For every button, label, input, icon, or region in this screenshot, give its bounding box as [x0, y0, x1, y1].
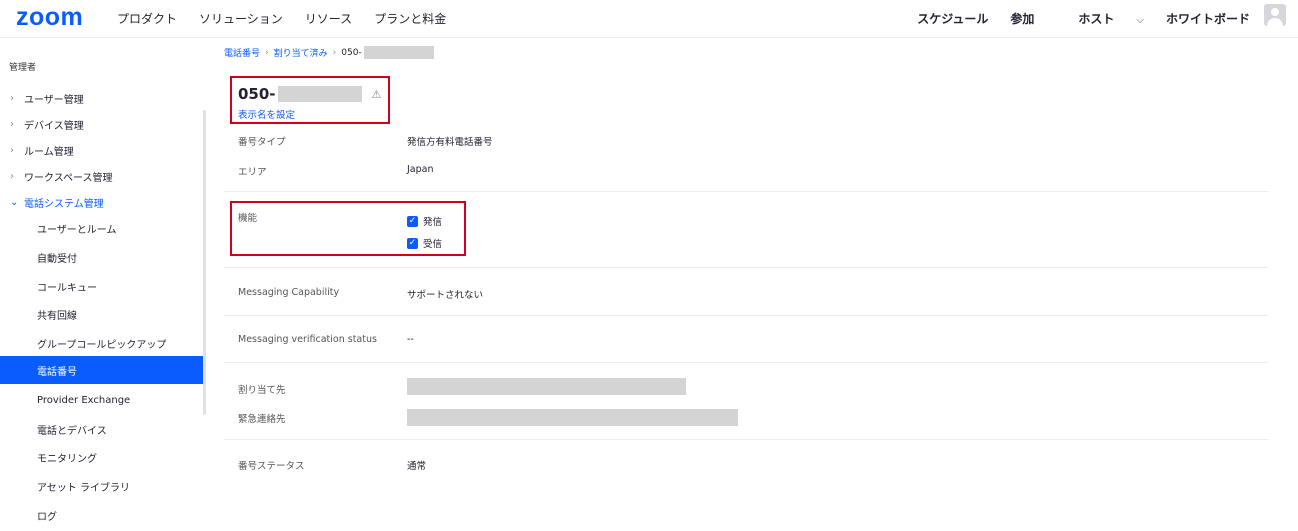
sidebar-item-phones-and-devices[interactable]: 電話とデバイス [0, 415, 204, 443]
warning-icon[interactable]: ⚠ [372, 88, 382, 101]
capability-outgoing-checkbox[interactable]: ✓ 発信 [407, 214, 442, 228]
sidebar: 管理者 › ユーザー管理 › デバイス管理 › ルーム管理 › ワークスペース管… [0, 38, 204, 531]
avatar[interactable] [1264, 4, 1286, 26]
area-label: エリア [238, 167, 267, 178]
sidebar-item-call-queue[interactable]: コールキュー [0, 272, 204, 300]
sidebar-item-room-management[interactable]: › ルーム管理 [0, 136, 204, 164]
checkbox-checked-icon: ✓ [407, 237, 418, 249]
top-navigation-bar: zoom プロダクト ソリューション リソース プランと料金 スケジュール 参加… [0, 0, 1298, 38]
sidebar-item-phone-system-management[interactable]: ⌄ 電話システム管理 [0, 188, 204, 216]
sidebar-item-logs[interactable]: ログ [0, 501, 204, 529]
nav-host-label: ホスト [1078, 12, 1115, 26]
divider [224, 191, 1268, 192]
sidebar-item-asset-library[interactable]: アセット ライブラリ [0, 472, 204, 500]
messaging-capability-value: サポートされない [407, 290, 484, 301]
capability-label: 機能 [238, 213, 258, 224]
chevron-right-icon: › [10, 92, 14, 104]
number-status-label: 番号ステータス [238, 461, 305, 472]
redacted-block [407, 378, 686, 395]
sidebar-item-provider-exchange[interactable]: Provider Exchange [0, 386, 204, 414]
sidebar-item-auto-receptionist[interactable]: 自動受付 [0, 243, 204, 271]
messaging-capability-label: Messaging Capability [238, 287, 340, 298]
capability-incoming-label: 受信 [423, 239, 443, 250]
breadcrumb-current: 050- [341, 47, 362, 58]
checkbox-checked-icon: ✓ [407, 215, 418, 227]
nav-resources[interactable]: リソース [305, 10, 352, 27]
messaging-verification-label: Messaging verification status [238, 334, 377, 345]
sidebar-item-user-management[interactable]: › ユーザー管理 [0, 84, 204, 112]
sidebar-item-label: ワークスペース管理 [24, 172, 113, 184]
chevron-right-icon: › [10, 170, 14, 182]
page-title: 050- ⚠ [238, 85, 381, 103]
chevron-right-icon: › [10, 144, 14, 156]
breadcrumb-phone-numbers[interactable]: 電話番号 [224, 46, 260, 59]
top-nav-left: プロダクト ソリューション リソース プランと料金 [117, 10, 468, 27]
nav-join[interactable]: 参加 [1010, 10, 1034, 27]
sidebar-admin-label: 管理者 [9, 63, 37, 73]
divider [224, 439, 1268, 440]
divider [224, 362, 1268, 363]
breadcrumb-assigned[interactable]: 割り当て済み [274, 46, 328, 59]
sidebar-item-label: ユーザー管理 [24, 94, 84, 106]
nav-products[interactable]: プロダクト [117, 10, 177, 27]
nav-solutions[interactable]: ソリューション [199, 10, 283, 27]
set-display-name-link[interactable]: 表示名を設定 [238, 107, 295, 121]
chevron-down-icon: ⌄ [10, 196, 19, 208]
nav-whiteboard[interactable]: ホワイトボード [1166, 10, 1250, 27]
sidebar-item-monitoring[interactable]: モニタリング [0, 443, 204, 471]
redacted-block [277, 86, 362, 102]
nav-host[interactable]: ホスト ⌵ [1056, 10, 1144, 27]
main-content: 電話番号 › 割り当て済み › 050- 050- ⚠ 表示名を設定 番号タイプ… [224, 38, 1284, 531]
capability-incoming-checkbox[interactable]: ✓ 受信 [407, 236, 442, 250]
number-type-label: 番号タイプ [238, 137, 286, 148]
sidebar-item-device-management[interactable]: › デバイス管理 [0, 110, 204, 138]
divider [224, 315, 1268, 316]
capability-outgoing-label: 発信 [423, 217, 443, 228]
redacted-block [363, 46, 434, 59]
messaging-verification-value: -- [407, 334, 414, 345]
nav-pricing[interactable]: プランと料金 [374, 10, 446, 27]
top-nav-right: スケジュール 参加 ホスト ⌵ ホワイトボード [895, 10, 1250, 27]
sidebar-item-label: 電話システム管理 [24, 198, 104, 210]
sidebar-item-group-call-pickup[interactable]: グループコールピックアップ [0, 329, 204, 357]
nav-schedule[interactable]: スケジュール [917, 10, 988, 27]
number-type-value: 発信方有料電話番号 [407, 137, 493, 148]
sidebar-item-users-and-rooms[interactable]: ユーザーとルーム [0, 214, 204, 242]
page-title-number: 050- [238, 85, 276, 103]
sidebar-item-label: デバイス管理 [24, 120, 84, 132]
sidebar-item-phone-numbers[interactable]: 電話番号 [0, 356, 204, 384]
sidebar-item-label: ルーム管理 [24, 146, 74, 158]
divider [224, 267, 1268, 268]
number-status-value: 通常 [407, 461, 427, 472]
emergency-address-label: 緊急連絡先 [238, 414, 286, 425]
redacted-block [407, 409, 738, 426]
sidebar-scrollbar[interactable] [203, 110, 206, 415]
chevron-down-icon: ⌵ [1136, 15, 1144, 26]
chevron-right-icon: › [265, 47, 269, 58]
breadcrumb: 電話番号 › 割り当て済み › 050- [224, 46, 434, 59]
avatar-head-shape [1271, 8, 1279, 16]
sidebar-item-workspace-management[interactable]: › ワークスペース管理 [0, 162, 204, 190]
chevron-right-icon: › [10, 118, 14, 130]
assigned-to-label: 割り当て先 [238, 385, 286, 396]
avatar-body-shape [1267, 18, 1283, 26]
zoom-logo[interactable]: zoom [16, 3, 83, 32]
sidebar-item-shared-lines[interactable]: 共有回線 [0, 300, 204, 328]
area-value: Japan [407, 164, 434, 175]
chevron-right-icon: › [332, 47, 337, 58]
